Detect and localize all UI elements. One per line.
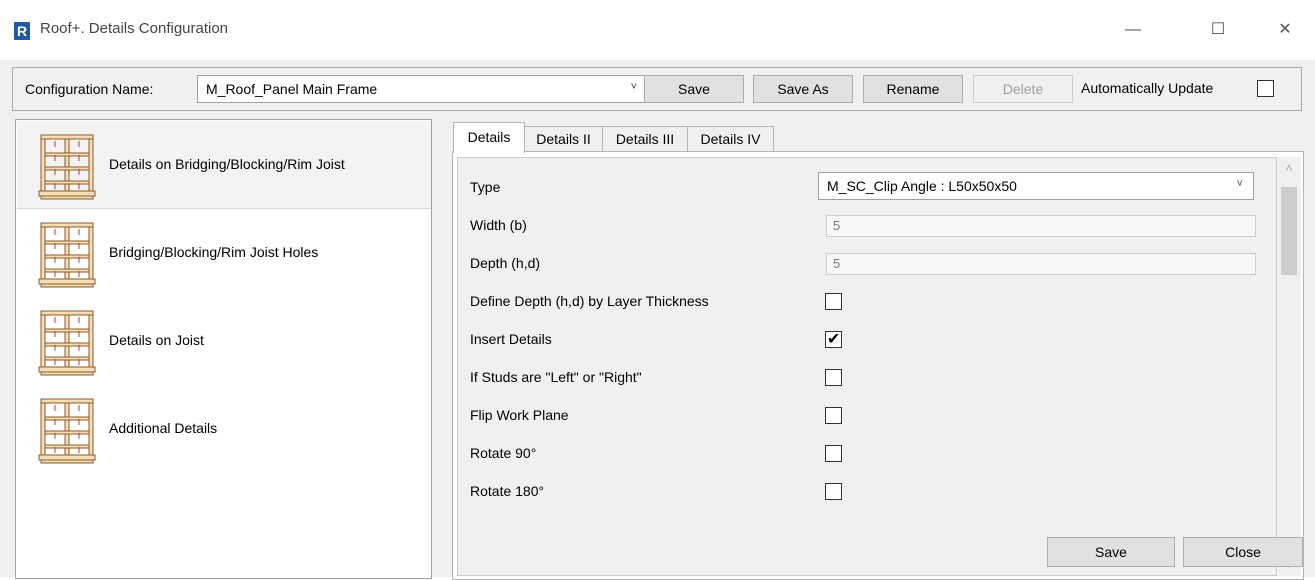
property-grid: Type M_SC_Clip Angle : L50x50x50 ˅ Width (b… (457, 157, 1277, 576)
dialog-body: Configuration Name: M_Roof_Panel Main Fr… (0, 60, 1315, 580)
property-checkbox[interactable] (825, 445, 842, 462)
property-row: Width (b) 5 (458, 206, 1276, 244)
close-icon[interactable]: ✕ (1262, 14, 1308, 46)
details-tab-panel: Type M_SC_Clip Angle : L50x50x50 ˅ Width (b… (452, 151, 1304, 580)
configuration-name-value: M_Roof_Panel Main Frame (206, 81, 378, 97)
tab-details-3[interactable]: Details III (602, 126, 688, 152)
property-checkbox[interactable] (825, 407, 842, 424)
category-item[interactable]: Details on Joist (17, 297, 431, 384)
type-dropdown[interactable]: M_SC_Clip Angle : L50x50x50 ˅ (818, 172, 1254, 200)
category-label: Details on Bridging/Blocking/Rim Joist (109, 156, 345, 172)
save-as-button[interactable]: Save As (753, 75, 853, 103)
scroll-up-icon[interactable]: ˄ (1277, 157, 1301, 179)
property-label: Flip Work Plane (470, 407, 569, 423)
panel-frame-icon (33, 221, 101, 289)
category-item[interactable]: Bridging/Blocking/Rim Joist Holes (17, 209, 431, 296)
property-row: Insert Details (458, 320, 1276, 358)
category-label: Bridging/Blocking/Rim Joist Holes (109, 244, 319, 260)
maximize-icon[interactable]: ☐ (1195, 14, 1241, 46)
property-checkbox[interactable] (825, 483, 842, 500)
title-bar: R Roof+. Details Configuration — ☐ ✕ (0, 0, 1315, 60)
property-label: Depth (h,d) (470, 255, 541, 271)
app-icon: R (14, 22, 30, 40)
property-scrollbar[interactable]: ˄ ˅ (1277, 157, 1301, 576)
chevron-down-icon: ˅ (630, 81, 637, 93)
property-label: If Studs are "Left" or "Right" (470, 369, 642, 385)
property-label: Insert Details (470, 331, 552, 347)
property-label: Define Depth (h,d) by Layer Thickness (470, 293, 709, 309)
category-label: Additional Details (109, 420, 218, 436)
property-row: Flip Work Plane (458, 396, 1276, 434)
tab-details-4[interactable]: Details IV (687, 126, 774, 152)
chevron-down-icon: ˅ (1236, 178, 1243, 190)
property-checkbox[interactable] (825, 329, 842, 349)
panel-frame-icon (33, 133, 101, 201)
category-item[interactable]: Additional Details (17, 385, 431, 472)
type-value: M_SC_Clip Angle : L50x50x50 (827, 178, 1017, 194)
delete-button[interactable]: Delete (973, 75, 1073, 103)
property-row: Depth (h,d) 5 (458, 244, 1276, 282)
save-button[interactable]: Save (1047, 537, 1175, 567)
configuration-toolbar: Configuration Name: M_Roof_Panel Main Fr… (12, 67, 1302, 111)
automatically-update-label: Automatically Update (1081, 80, 1214, 96)
category-item[interactable]: Details on Bridging/Blocking/Rim Joist (17, 121, 431, 209)
tab-details-2[interactable]: Details II (524, 126, 603, 152)
readonly-value-field: 5 (826, 215, 1256, 237)
minimize-icon[interactable]: — (1110, 14, 1156, 46)
property-row: Rotate 180° (458, 472, 1276, 510)
automatically-update-checkbox[interactable] (1257, 80, 1274, 97)
property-label: Rotate 90° (470, 445, 537, 461)
category-label: Details on Joist (109, 332, 204, 348)
readonly-value-field: 5 (826, 253, 1256, 275)
property-row: Type M_SC_Clip Angle : L50x50x50 ˅ (458, 168, 1276, 206)
property-row: If Studs are "Left" or "Right" (458, 358, 1276, 396)
property-checkbox[interactable] (825, 369, 842, 386)
tab-details-1[interactable]: Details (453, 122, 525, 153)
configuration-name-dropdown[interactable]: M_Roof_Panel Main Frame ˅ (197, 75, 648, 103)
category-list: Details on Bridging/Blocking/Rim Joist Br… (15, 119, 432, 579)
window-title: Roof+. Details Configuration (40, 20, 229, 37)
property-label: Type (470, 179, 501, 195)
rename-button[interactable]: Rename (863, 75, 963, 103)
property-row: Rotate 90° (458, 434, 1276, 472)
configuration-name-label: Configuration Name: (25, 81, 154, 97)
property-label: Rotate 180° (470, 483, 545, 499)
property-row: Define Depth (h,d) by Layer Thickness (458, 282, 1276, 320)
panel-frame-icon (33, 309, 101, 377)
close-button[interactable]: Close (1183, 537, 1303, 567)
property-checkbox[interactable] (825, 293, 842, 310)
save-config-button[interactable]: Save (644, 75, 744, 103)
scrollbar-thumb[interactable] (1281, 187, 1297, 275)
panel-frame-icon (33, 397, 101, 465)
property-label: Width (b) (470, 217, 527, 233)
